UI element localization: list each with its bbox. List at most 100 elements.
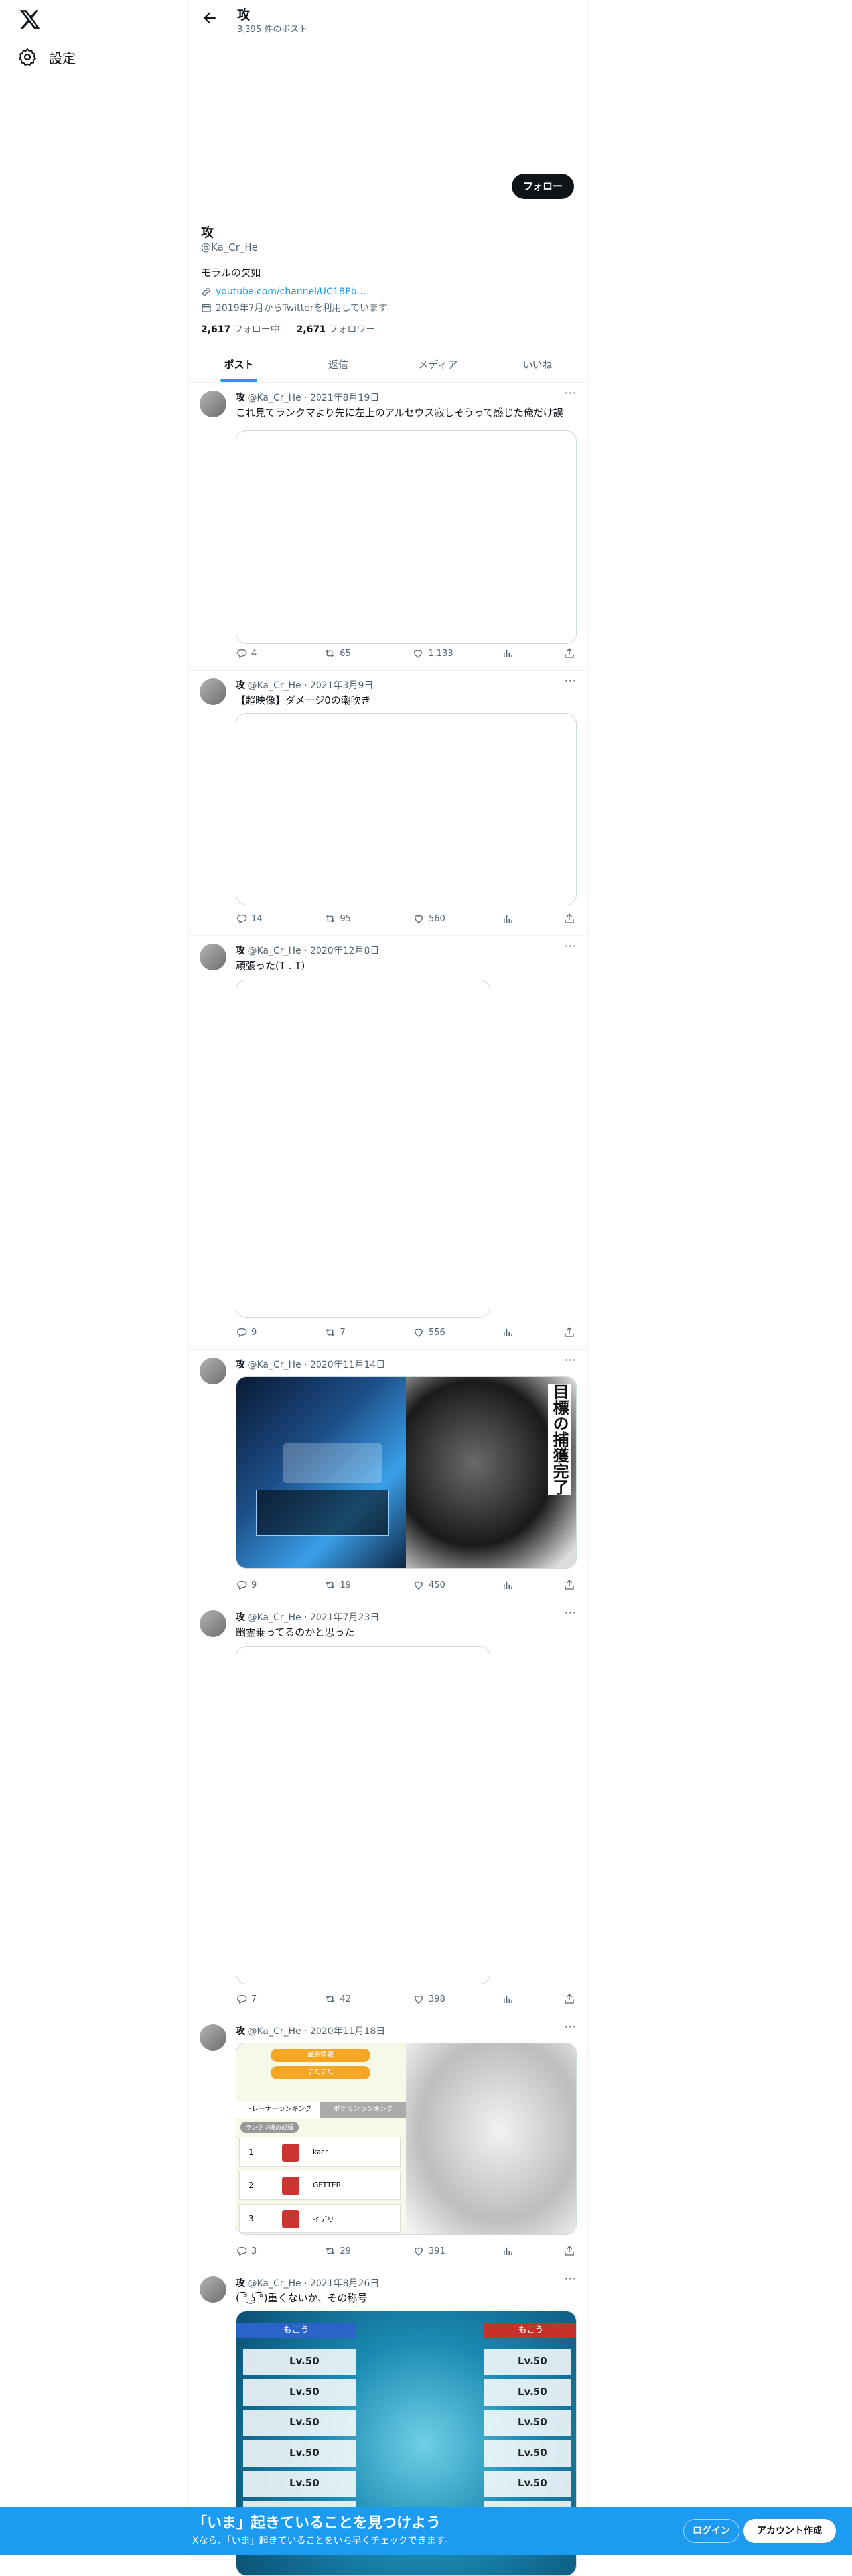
tweet-article[interactable]: 攻 @Ka_Cr_He · 2021年3月9日 ··· 【超映像】ダメージ0の潮吹き… [189,671,587,936]
like-button[interactable]: 391 [413,2244,453,2258]
tweet-author-name[interactable]: 攻 [236,680,245,691]
followers-link[interactable]: 2,671 フォロワー [297,324,376,335]
retweet-button[interactable]: 65 [324,647,364,660]
share-button[interactable] [563,1326,577,1339]
like-button[interactable]: 560 [413,912,453,925]
more-options-icon[interactable]: ··· [565,940,577,952]
login-button[interactable]: ログイン [683,2519,739,2543]
more-options-icon[interactable]: ··· [565,675,577,687]
tweet-media[interactable] [236,430,577,644]
tweet-media[interactable]: 目標の捕獲完了 [236,1376,577,1569]
game-screen-photo[interactable] [236,1377,406,1568]
views-chart-icon [503,915,512,923]
left-team-slot: Lv.50 [243,2440,356,2467]
views-button[interactable] [502,1326,515,1339]
like-button[interactable]: 1,133 [412,647,453,660]
views-button[interactable] [502,1578,515,1592]
more-options-icon[interactable]: ··· [565,2272,577,2285]
tweet-date[interactable]: 2021年8月19日 [310,393,379,403]
like-button[interactable]: 556 [413,1326,453,1339]
ranking-rank: 1 [249,2148,254,2157]
avatar[interactable] [200,944,226,970]
tweet-author-handle[interactable]: @Ka_Cr_He [248,1612,301,1623]
tweet-author-handle[interactable]: @Ka_Cr_He [248,393,301,403]
share-button[interactable] [563,647,577,660]
left-team-slot: Lv.50 [243,2379,356,2406]
views-button[interactable] [502,2244,515,2258]
reply-button[interactable]: 7 [236,1992,275,2006]
avatar[interactable] [200,2276,226,2303]
tweet-media[interactable]: 最新情報 まだまだ トレーナーランキング ポケモンランキング ランクマ戦の成績 1 kacr… [236,2043,577,2235]
tab-likes[interactable]: いいね [488,348,587,382]
tweet-article[interactable]: 攻 @Ka_Cr_He · 2020年11月14日 ··· 目標の捕獲完了 9 19 45… [189,1350,587,1602]
tweet-author-name[interactable]: 攻 [236,1360,245,1370]
tweet-date[interactable]: 2020年12月8日 [310,946,379,956]
back-arrow-icon[interactable] [201,9,218,27]
tweet-article[interactable]: 攻 @Ka_Cr_He · 2021年8月19日 ··· これ見てランクマより先に左… [189,383,587,671]
more-options-icon[interactable]: ··· [565,2020,577,2033]
tweet-date[interactable]: 2021年8月26日 [310,2278,379,2289]
more-options-icon[interactable]: ··· [565,1354,577,1366]
tweet-author-handle[interactable]: @Ka_Cr_He [248,680,301,691]
tweet-author-name[interactable]: 攻 [236,946,245,956]
manga-face-image[interactable] [406,2043,576,2234]
views-button[interactable] [502,647,515,660]
tweet-author-handle[interactable]: @Ka_Cr_He [248,2278,301,2289]
x-logo-icon[interactable] [19,8,41,31]
retweet-button[interactable]: 19 [324,1578,364,1592]
following-link[interactable]: 2,617 フォロー中 [201,324,280,335]
avatar[interactable] [200,1610,226,1637]
avatar[interactable] [200,2024,226,2051]
share-button[interactable] [563,912,577,925]
tweet-date[interactable]: 2021年7月23日 [310,1612,379,1623]
tweet-date[interactable]: 2020年11月14日 [310,1360,385,1370]
tweet-media[interactable] [236,713,577,905]
profile-bio: モラルの欠如 [201,267,261,279]
tweet-author-name[interactable]: 攻 [236,2278,245,2289]
gear-icon [18,48,36,66]
manga-panel-image[interactable]: 目標の捕獲完了 [406,1377,576,1568]
views-button[interactable] [502,1992,515,2006]
more-options-icon[interactable]: ··· [565,387,577,399]
follow-button[interactable]: フォロー [512,174,574,199]
reply-button[interactable]: 4 [236,647,275,660]
tweet-author-name[interactable]: 攻 [236,2026,245,2037]
tab-posts[interactable]: ポスト [189,348,289,382]
tweet-author-handle[interactable]: @Ka_Cr_He [248,946,301,956]
tab-replies[interactable]: 返信 [289,348,388,382]
ranking-screenshot[interactable]: 最新情報 まだまだ トレーナーランキング ポケモンランキング ランクマ戦の成績 1 kacr… [236,2043,406,2234]
more-options-icon[interactable]: ··· [565,1606,577,1619]
tweet-article[interactable]: 攻 @Ka_Cr_He · 2021年7月23日 ··· 幽霊乗ってるのかと思った 7… [189,1602,587,2016]
settings-nav-item[interactable]: 設定 [17,45,76,69]
tweet-author-handle[interactable]: @Ka_Cr_He [248,2026,301,2037]
tweet-date[interactable]: 2021年3月9日 [310,680,373,691]
tweet-author-handle[interactable]: @Ka_Cr_He [248,1360,301,1370]
retweet-button[interactable]: 42 [324,1992,364,2006]
share-button[interactable] [563,2244,577,2258]
retweet-button[interactable]: 95 [324,912,364,925]
avatar[interactable] [200,678,226,705]
retweet-button[interactable]: 7 [324,1326,364,1339]
share-button[interactable] [563,1992,577,2006]
reply-button[interactable]: 9 [236,1326,275,1339]
views-button[interactable] [502,912,515,925]
signup-button[interactable]: アカウント作成 [743,2519,836,2543]
tweet-article[interactable]: 攻 @Ka_Cr_He · 2020年11月18日 ··· 最新情報 まだまだ トレーナ… [189,2016,587,2268]
tab-media[interactable]: メディア [388,348,488,382]
avatar[interactable] [200,1358,226,1384]
like-button[interactable]: 450 [413,1578,453,1592]
reply-button[interactable]: 14 [236,912,275,925]
like-button[interactable]: 398 [413,1992,453,2006]
tweet-article[interactable]: 攻 @Ka_Cr_He · 2020年12月8日 ··· 頑張った(T . T) 9 7… [189,936,587,1350]
tweet-media[interactable] [236,1646,490,1984]
reply-button[interactable]: 3 [236,2244,275,2258]
tweet-author-name[interactable]: 攻 [236,393,245,403]
reply-button[interactable]: 9 [236,1578,275,1592]
share-button[interactable] [563,1578,577,1592]
retweet-button[interactable]: 29 [324,2244,364,2258]
profile-link[interactable]: youtube.com/channel/UC1BPb… [216,287,366,297]
tweet-date[interactable]: 2020年11月18日 [310,2026,385,2037]
tweet-media[interactable] [236,980,490,1318]
tweet-author-name[interactable]: 攻 [236,1612,245,1623]
avatar[interactable] [200,391,226,417]
